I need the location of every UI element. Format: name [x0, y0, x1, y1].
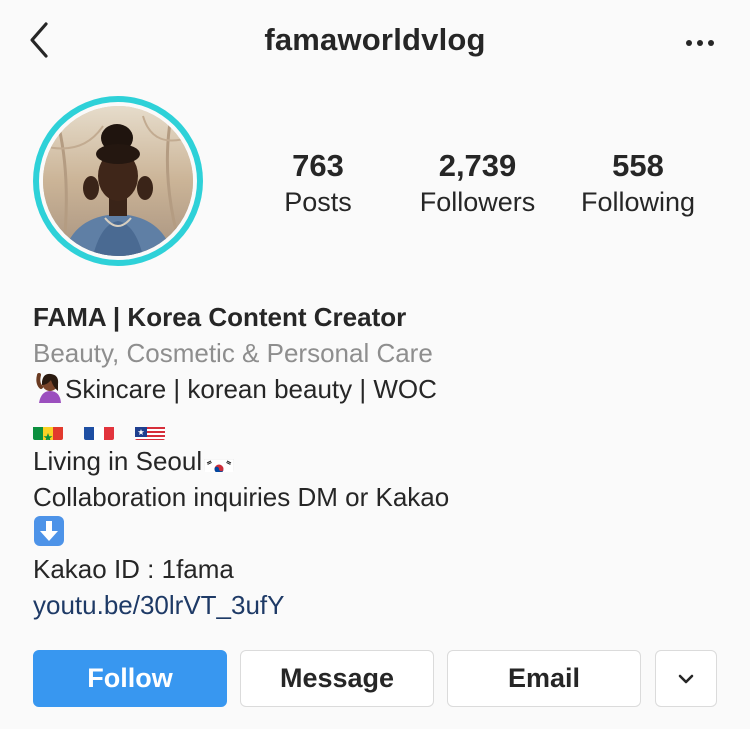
- email-button[interactable]: Email: [447, 650, 641, 707]
- france-flag-icon: [84, 420, 115, 440]
- avatar-image: [43, 106, 193, 256]
- avatar-story-ring[interactable]: [33, 96, 203, 266]
- profile-category: Beauty, Cosmetic & Personal Care: [33, 338, 433, 368]
- bio-line-collaboration: Collaboration inquiries DM or Kakao: [33, 482, 450, 512]
- woman-raising-hand-icon: [36, 373, 61, 403]
- suggested-accounts-button[interactable]: [655, 650, 717, 707]
- message-button[interactable]: Message: [240, 650, 434, 707]
- bio-line-location: Living in Seoul: [33, 443, 723, 479]
- profile-header: famaworldvlog: [0, 0, 750, 86]
- stat-posts[interactable]: 763 Posts: [268, 148, 368, 220]
- followers-label: Followers: [419, 187, 536, 217]
- liberia-flag-icon: [135, 420, 166, 440]
- chevron-down-icon: [678, 674, 694, 683]
- bio-flags: [33, 407, 723, 443]
- profile-display-name: FAMA | Korea Content Creator: [33, 302, 407, 332]
- profile-username: famaworldvlog: [264, 22, 486, 57]
- stat-followers[interactable]: 2,739 Followers: [405, 148, 550, 220]
- profile-bio: FAMA | Korea Content Creator Beauty, Cos…: [33, 299, 723, 623]
- following-label: Following: [580, 187, 696, 217]
- bio-line-kakao: Kakao ID : 1fama: [33, 554, 234, 584]
- bio-line-arrow: [33, 515, 723, 551]
- more-options-button[interactable]: [680, 30, 720, 54]
- senegal-flag-icon: [33, 420, 63, 440]
- following-count: 558: [612, 148, 664, 183]
- followers-count: 2,739: [438, 148, 517, 183]
- more-horizontal-icon: [686, 40, 692, 46]
- follow-button[interactable]: Follow: [33, 650, 227, 707]
- avatar: [43, 106, 193, 256]
- down-arrow-icon: [34, 516, 64, 546]
- bio-line-skincare: Skincare | korean beauty | WOC: [33, 371, 723, 407]
- south-korea-flag-icon: [204, 452, 235, 472]
- bio-website-link[interactable]: youtu.be/30lrVT_3ufY: [33, 587, 723, 623]
- stat-following[interactable]: 558 Following: [570, 148, 706, 220]
- posts-count: 763: [292, 148, 344, 183]
- posts-label: Posts: [284, 187, 352, 217]
- bio-line-skincare-text: Skincare | korean beauty | WOC: [65, 374, 437, 404]
- bio-line-location-text: Living in Seoul: [33, 446, 203, 476]
